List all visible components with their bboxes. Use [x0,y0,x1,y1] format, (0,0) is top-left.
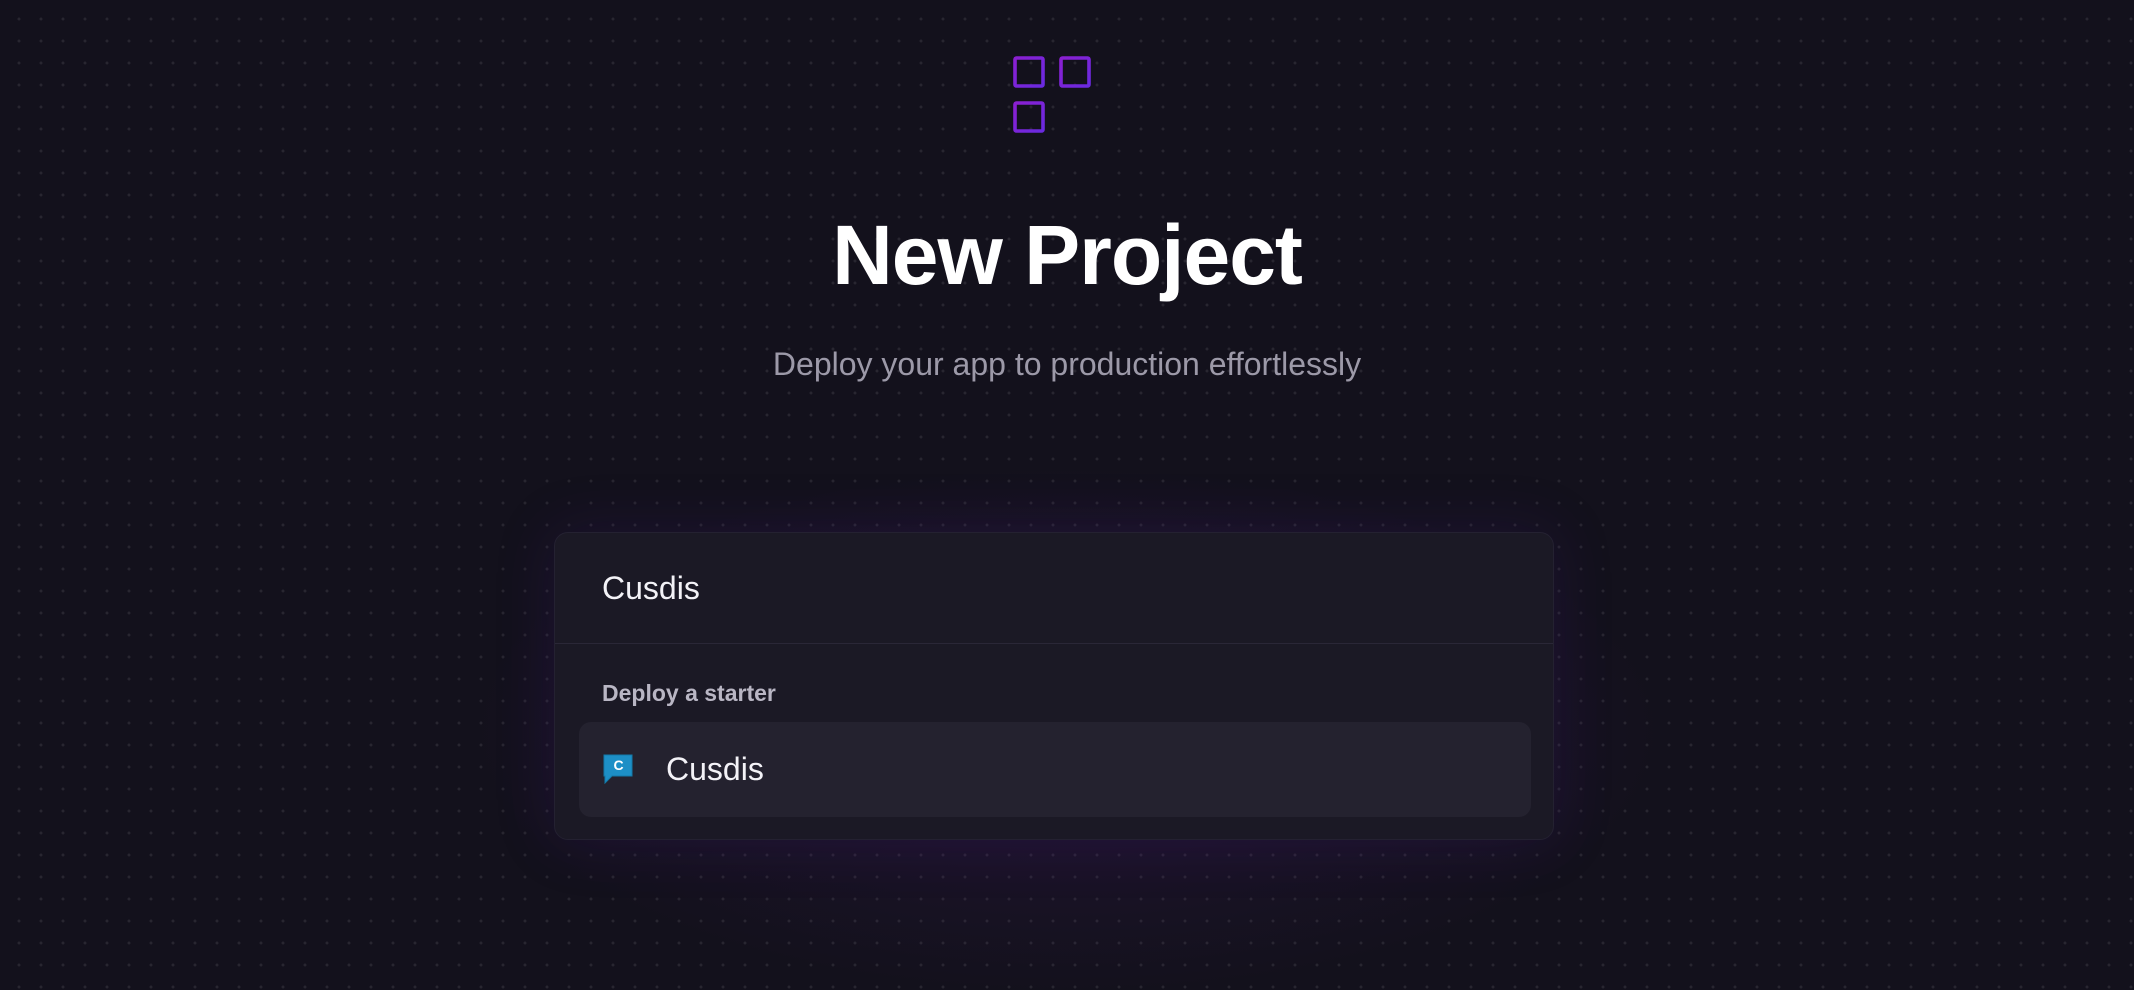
section-label-deploy-starter: Deploy a starter [602,680,776,706]
svg-text:C: C [613,757,623,773]
search-input[interactable] [555,533,1553,644]
cusdis-icon: C [603,754,633,784]
starter-item-cusdis[interactable]: C Cusdis [579,722,1531,817]
new-project-grid-plus-icon [1013,56,1093,135]
starter-item-label: Cusdis [666,751,764,787]
page-title: New Project [832,208,1303,302]
page-subtitle: Deploy your app to production effortless… [772,346,1362,382]
command-panel: Deploy a starter C Cusdis [554,532,1554,840]
